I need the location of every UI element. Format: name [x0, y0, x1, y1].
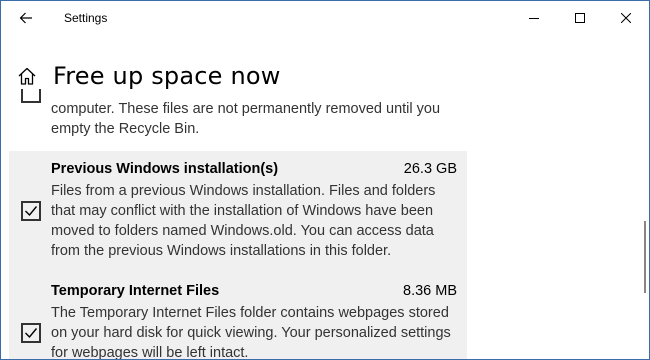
checkmark-icon	[25, 328, 38, 339]
item-description: Files from a previous Windows installati…	[51, 183, 436, 259]
close-icon	[621, 13, 631, 23]
list-item[interactable]: computer. These files are not permanentl…	[9, 89, 467, 143]
back-arrow-icon	[19, 12, 32, 24]
checkmark-icon	[25, 206, 38, 217]
item-checkbox[interactable]	[21, 201, 41, 221]
page-title: Free up space now	[53, 62, 281, 90]
item-size: 26.3 GB	[403, 161, 457, 177]
cleanup-list: computer. These files are not permanentl…	[1, 89, 641, 360]
list-item-previous-windows[interactable]: Previous Windows installation(s) 26.3 GB…	[9, 151, 467, 273]
item-description: The Temporary Internet Files folder cont…	[51, 305, 451, 360]
window-title: Settings	[64, 11, 108, 25]
title-bar: Settings	[1, 1, 649, 35]
maximize-button[interactable]	[557, 1, 603, 35]
item-description: computer. These files are not permanentl…	[51, 101, 441, 137]
minimize-icon	[529, 18, 539, 19]
home-icon[interactable]	[17, 65, 39, 87]
minimize-button[interactable]	[511, 1, 557, 35]
scrollbar-thumb[interactable]	[644, 221, 646, 293]
item-name: Previous Windows installation(s)	[51, 161, 279, 177]
vertical-scrollbar[interactable]	[642, 35, 649, 359]
list-item-temporary-internet-files[interactable]: Temporary Internet Files 8.36 MB The Tem…	[9, 273, 467, 360]
item-checkbox[interactable]	[21, 89, 41, 103]
maximize-icon	[575, 13, 585, 23]
back-button[interactable]	[11, 3, 41, 33]
close-button[interactable]	[603, 1, 649, 35]
item-size: 8.36 MB	[403, 283, 457, 299]
settings-window: Settings Free up space now computer. The…	[0, 0, 650, 360]
page-header: Free up space now	[17, 59, 281, 93]
item-name: Temporary Internet Files	[51, 283, 220, 299]
item-checkbox[interactable]	[21, 323, 41, 343]
